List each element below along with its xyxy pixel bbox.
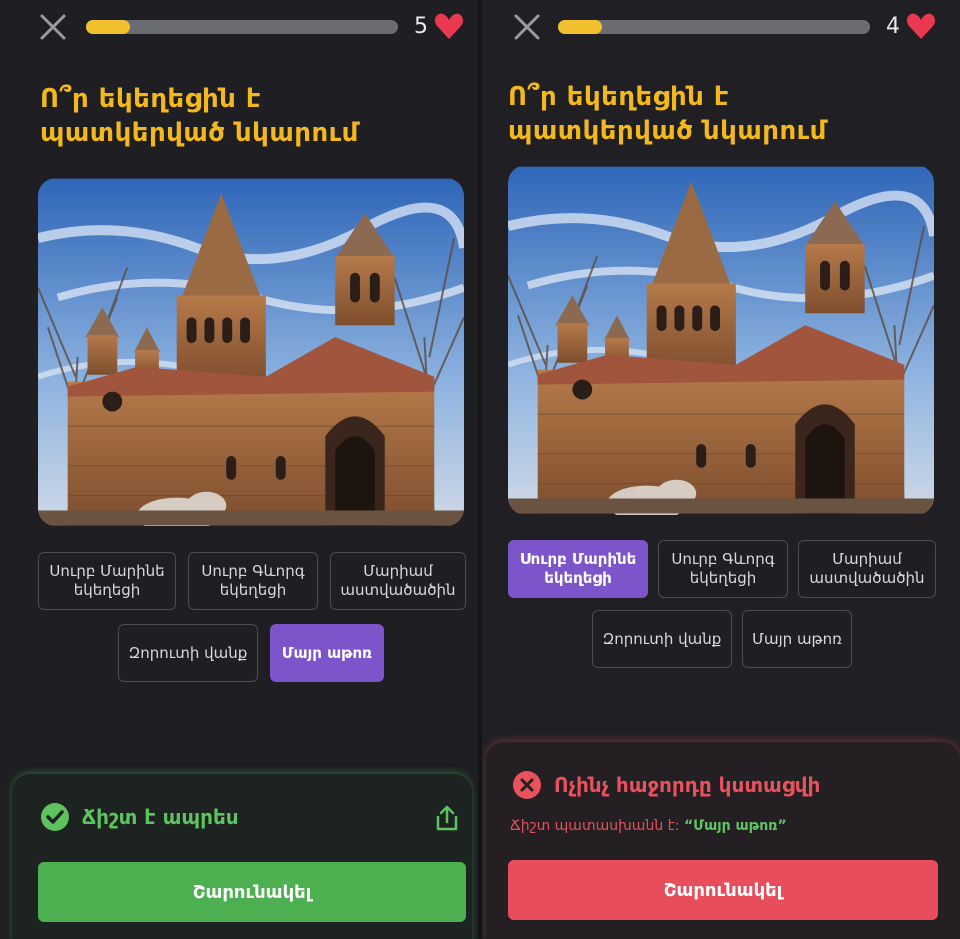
feedback-panel-correct: Ճիշտ է ապրես Շարունակել: [12, 774, 472, 939]
feedback-title-row: Ճիշտ է ապրես: [40, 802, 239, 832]
feedback-panel-incorrect: Ոչինչ հաջորդը կստացվի Ճիշտ պատասխանն է: …: [486, 742, 960, 939]
option-zoruti-vank[interactable]: Զորուտի վանք: [592, 610, 732, 668]
church-photo: [38, 178, 464, 526]
correct-answer-value: “Մայր աթոռ”: [684, 818, 787, 834]
heart-icon: [434, 13, 464, 40]
quiz-screen-incorrect: 4 Ո՞ր եկեղեցին է պատկերված նկարում Սուրբ…: [482, 0, 960, 939]
progress-fill: [86, 20, 130, 34]
question-title: Ո՞ր եկեղեցին է պատկերված նկարում: [508, 82, 827, 146]
option-mayr-ator[interactable]: Մայր աթոռ: [742, 610, 852, 668]
quiz-screen-correct: 5 Ո՞ր եկեղեցին է պատկերված նկարում Սուրբ…: [0, 0, 478, 939]
check-icon: [41, 803, 69, 831]
close-icon[interactable]: [38, 12, 68, 42]
church-photo: [508, 165, 934, 515]
continue-button[interactable]: Շարունակել: [38, 862, 466, 922]
close-icon[interactable]: [512, 12, 542, 42]
correct-answer-line: Ճիշտ պատասխանն է: “Մայր աթոռ”: [510, 818, 787, 834]
option-surb-gevorg[interactable]: Սուրբ Գևորգ եկեղեցի: [658, 540, 788, 598]
option-surb-marine[interactable]: Սուրբ Մարինե եկեղեցի: [38, 552, 176, 610]
option-mayr-ator[interactable]: Մայր աթոռ: [270, 624, 384, 682]
option-mariam-astvatsatsin[interactable]: Մարիամ աստվածածին: [798, 540, 936, 598]
lives-count: 5: [414, 13, 428, 39]
lives-counter: 4: [886, 12, 936, 40]
heart-icon: [906, 13, 936, 40]
option-mariam-astvatsatsin[interactable]: Մարիամ աստվածածին: [330, 552, 466, 610]
progress-bar: [86, 20, 398, 34]
feedback-title: Ոչինչ հաջորդը կստացվի: [554, 773, 821, 797]
feedback-title-row: Ոչինչ հաջորդը կստացվի: [512, 770, 820, 800]
x-circle-icon: [513, 771, 541, 799]
option-zoruti-vank[interactable]: Զորուտի վանք: [118, 624, 258, 682]
share-icon[interactable]: [434, 804, 460, 832]
option-surb-marine[interactable]: Սուրբ Մարինե եկեղեցի: [508, 540, 648, 598]
question-title: Ո՞ր եկեղեցին է պատկերված նկարում: [40, 84, 359, 148]
progress-fill: [558, 20, 602, 34]
progress-bar: [558, 20, 870, 34]
lives-counter: 5: [414, 12, 464, 40]
option-surb-gevorg[interactable]: Սուրբ Գևորգ եկեղեցի: [188, 552, 318, 610]
lives-count: 4: [886, 13, 900, 39]
feedback-title: Ճիշտ է ապրես: [82, 805, 239, 829]
correct-answer-prefix: Ճիշտ պատասխանն է:: [510, 818, 680, 834]
continue-button[interactable]: Շարունակել: [508, 860, 938, 920]
